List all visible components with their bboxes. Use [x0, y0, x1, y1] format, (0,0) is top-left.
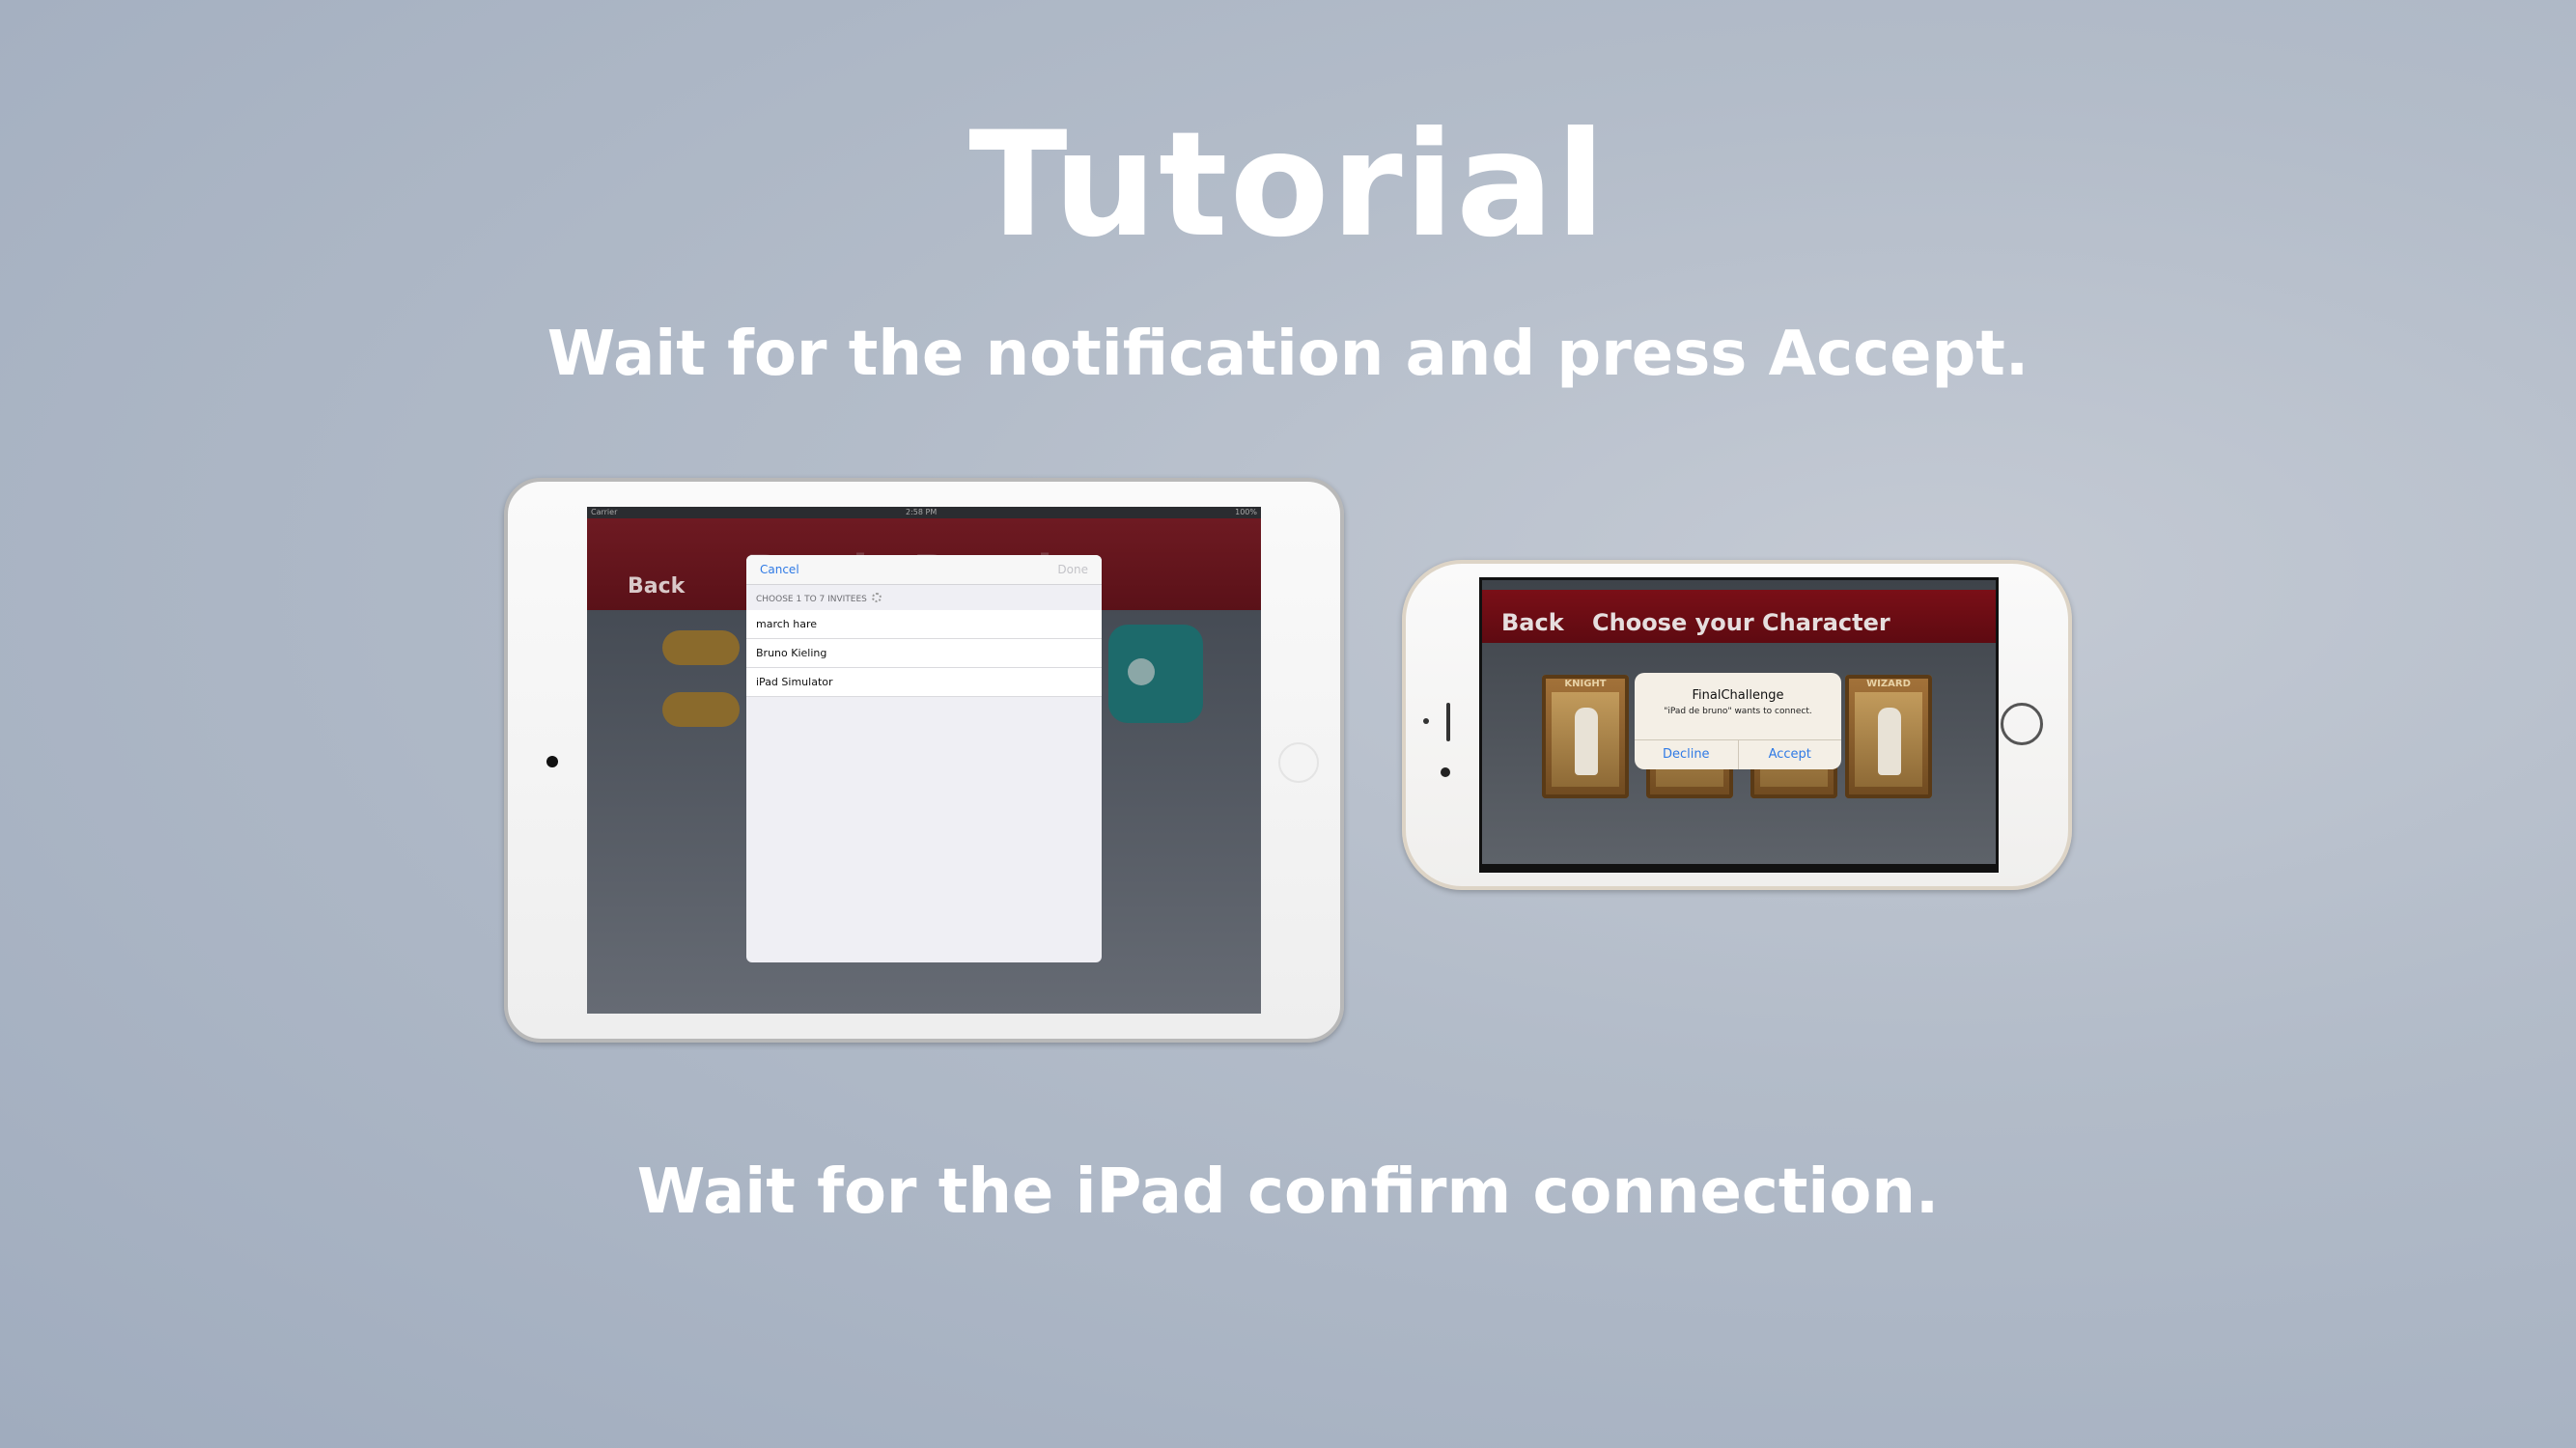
action-button[interactable]: [1108, 625, 1203, 723]
carrier-label: Carrier: [591, 508, 618, 516]
accept-button[interactable]: Accept: [1739, 740, 1842, 769]
dot-icon: [1128, 658, 1155, 685]
back-button[interactable]: Back: [1501, 609, 1564, 636]
status-bar: Carrier 2:58 PM 100%: [587, 507, 1261, 518]
instruction-bottom: Wait for the iPad confirm connection.: [636, 1156, 1940, 1228]
battery-label: 100%: [1235, 508, 1257, 516]
list-item[interactable]: iPad Simulator: [746, 668, 1102, 697]
iphone-screen: Back Choose your Character KNIGHT WIZARD…: [1479, 577, 1999, 873]
home-button[interactable]: [2001, 703, 2043, 745]
back-button[interactable]: Back: [628, 574, 685, 599]
card-label: KNIGHT: [1564, 679, 1607, 689]
status-time: 2:58 PM: [906, 508, 938, 516]
section-label: CHOOSE 1 TO 7 INVITEES: [756, 595, 867, 604]
alert-message: "iPad de bruno" wants to connect.: [1664, 707, 1812, 716]
iphone-nav-bar: Back Choose your Character: [1482, 590, 1996, 643]
bottom-bar: [1482, 864, 1996, 870]
connection-alert: FinalChallenge "iPad de bruno" wants to …: [1635, 673, 1841, 769]
done-button[interactable]: Done: [1057, 563, 1088, 576]
cancel-button[interactable]: Cancel: [760, 563, 799, 576]
speaker-icon: [1446, 703, 1450, 741]
screen-title: Choose your Character: [1592, 609, 1890, 636]
alert-title: FinalChallenge: [1692, 688, 1784, 703]
list-item[interactable]: Bruno Kieling: [746, 639, 1102, 668]
instruction-top: Wait for the notification and press Acce…: [546, 319, 2030, 390]
character-card-knight[interactable]: KNIGHT: [1542, 675, 1629, 798]
iphone-device: Back Choose your Character KNIGHT WIZARD…: [1402, 560, 2072, 890]
decline-button[interactable]: Decline: [1635, 740, 1739, 769]
invitee-name: Bruno Kieling: [756, 647, 827, 659]
spinner-icon: [872, 593, 882, 602]
home-button[interactable]: [1278, 742, 1319, 783]
menu-button[interactable]: [662, 692, 740, 727]
knight-icon: [1575, 708, 1598, 775]
character-card-wizard[interactable]: WIZARD: [1845, 675, 1932, 798]
sensor-icon: [1423, 718, 1429, 724]
page-title: Tutorial: [968, 101, 1608, 269]
camera-icon: [546, 756, 558, 767]
invite-sheet: Cancel Done CHOOSE 1 TO 7 INVITEES march…: [746, 555, 1102, 962]
invitee-name: iPad Simulator: [756, 676, 833, 688]
menu-button[interactable]: [662, 630, 740, 665]
ipad-screen: Carrier 2:58 PM 100% Battle Royale Back …: [587, 507, 1261, 1014]
camera-icon: [1441, 767, 1450, 777]
card-label: WIZARD: [1866, 679, 1911, 689]
ipad-device: Carrier 2:58 PM 100% Battle Royale Back …: [504, 478, 1344, 1043]
sheet-header: Cancel Done: [746, 555, 1102, 585]
alert-buttons: Decline Accept: [1635, 739, 1841, 769]
invitee-name: march hare: [756, 618, 818, 630]
section-header: CHOOSE 1 TO 7 INVITEES: [746, 585, 1102, 610]
wizard-icon: [1878, 708, 1901, 775]
list-item[interactable]: march hare: [746, 610, 1102, 639]
